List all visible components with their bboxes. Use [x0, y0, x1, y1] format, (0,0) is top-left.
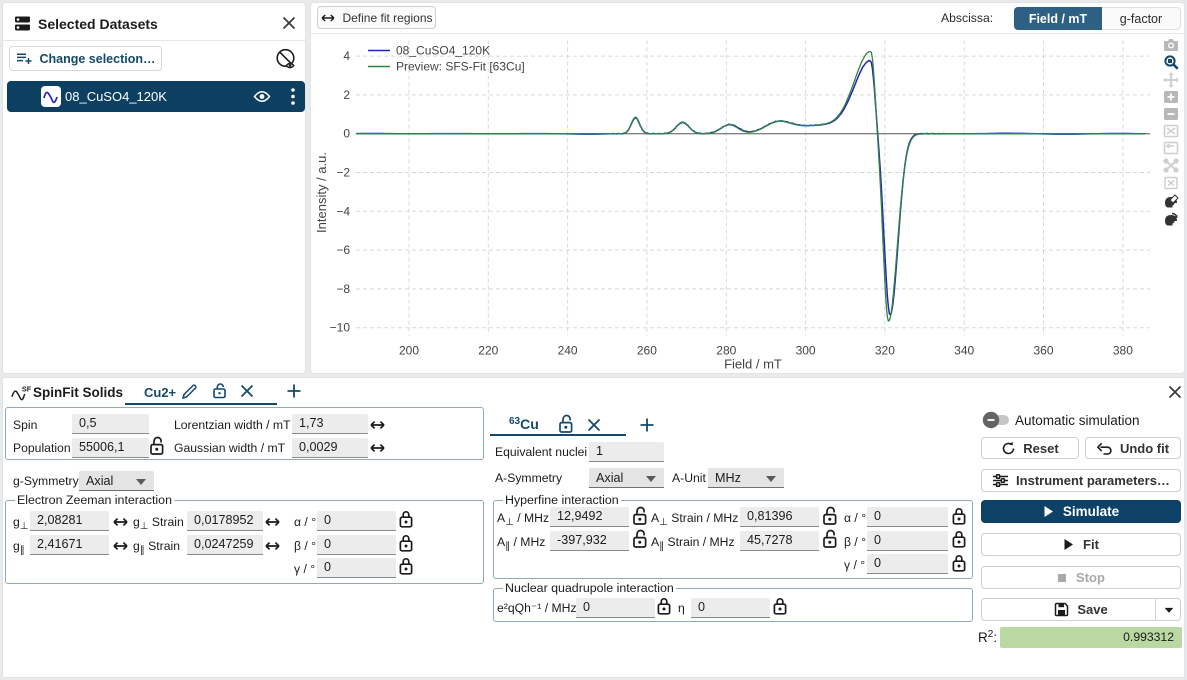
svg-text:Intensity / a.u.: Intensity / a.u. — [314, 152, 329, 233]
svg-text:0: 0 — [343, 127, 350, 141]
svg-text:320: 320 — [875, 344, 895, 358]
svg-text:340: 340 — [954, 344, 974, 358]
svg-text:220: 220 — [478, 344, 498, 358]
svg-text:−6: −6 — [336, 243, 350, 257]
svg-text:Preview: SFS-Fit [63Cu]: Preview: SFS-Fit [63Cu] — [396, 60, 525, 74]
svg-text:08_CuSO4_120K: 08_CuSO4_120K — [396, 44, 490, 58]
svg-text:−8: −8 — [336, 282, 350, 296]
svg-text:SF: SF — [22, 384, 32, 393]
svg-text:280: 280 — [716, 344, 736, 358]
svg-text:360: 360 — [1033, 344, 1053, 358]
svg-text:Field / mT: Field / mT — [724, 357, 782, 372]
svg-text:260: 260 — [637, 344, 657, 358]
svg-text:4: 4 — [343, 49, 350, 63]
svg-text:2: 2 — [343, 88, 350, 102]
svg-text:−10: −10 — [330, 321, 351, 335]
svg-text:−4: −4 — [336, 204, 350, 218]
svg-text:380: 380 — [1113, 344, 1133, 358]
svg-text:240: 240 — [558, 344, 578, 358]
svg-text:300: 300 — [796, 344, 816, 358]
svg-text:200: 200 — [399, 344, 419, 358]
svg-text:−2: −2 — [336, 166, 350, 180]
